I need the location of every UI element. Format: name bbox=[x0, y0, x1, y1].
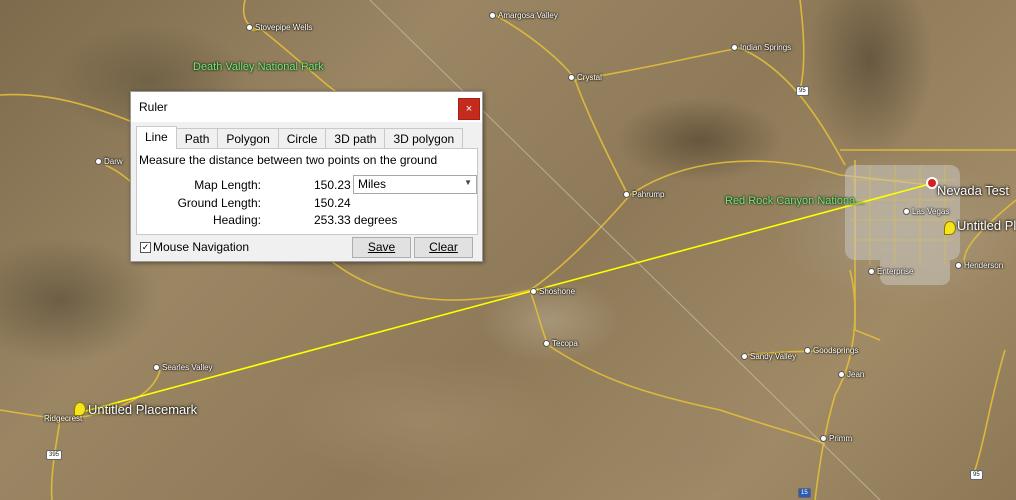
tab-3d-path[interactable]: 3D path bbox=[325, 128, 386, 149]
placemark-pin-west[interactable] bbox=[74, 402, 86, 416]
tab-polygon[interactable]: Polygon bbox=[217, 128, 279, 149]
map-length-label: Map Length: bbox=[194, 178, 261, 192]
interstate-15-shield: 15 bbox=[798, 488, 811, 498]
park-death-valley: Death Valley National Park bbox=[193, 61, 324, 73]
save-button-label: Save bbox=[367, 240, 396, 254]
ruler-tabs: Line Path Polygon Circle 3D path 3D poly… bbox=[136, 126, 464, 149]
mouse-navigation-checkbox[interactable]: ✓ bbox=[140, 242, 151, 253]
ground-length-value: 150.24 bbox=[314, 196, 351, 210]
placemark-label-west[interactable]: Untitled Placemark bbox=[88, 402, 197, 417]
line-tab-panel: Measure the distance between two points … bbox=[136, 148, 478, 235]
town-jean: Jean bbox=[838, 370, 864, 380]
ruler-title: Ruler bbox=[139, 100, 168, 114]
town-pahrump: Pahrump bbox=[623, 190, 664, 200]
town-henderson: Henderson bbox=[955, 261, 1003, 271]
town-sandy-valley: Sandy Valley bbox=[741, 352, 796, 362]
tab-path[interactable]: Path bbox=[175, 128, 219, 149]
chevron-down-icon: ▼ bbox=[464, 178, 472, 187]
ground-length-label: Ground Length: bbox=[177, 196, 261, 210]
town-indian-springs: Indian Springs bbox=[731, 43, 791, 53]
route-395-shield: 395 bbox=[46, 450, 63, 460]
town-tecopa: Tecopa bbox=[543, 339, 578, 349]
town-primm: Primm bbox=[820, 434, 852, 444]
heading-value: 253.33 degrees bbox=[314, 213, 398, 227]
placemark-label-nevada[interactable]: Nevada Test bbox=[937, 183, 1009, 198]
save-button[interactable]: Save bbox=[352, 237, 411, 258]
route-95-shield: 95 bbox=[796, 86, 809, 96]
placemark-label-east[interactable]: Untitled Pl bbox=[957, 218, 1016, 233]
ruler-dialog: Ruler × Line Path Polygon Circle 3D path… bbox=[130, 91, 483, 262]
close-icon: × bbox=[465, 103, 473, 115]
unit-dropdown[interactable]: Miles ▼ bbox=[353, 175, 477, 194]
heading-label: Heading: bbox=[212, 213, 261, 227]
tab-line[interactable]: Line bbox=[136, 126, 177, 149]
park-red-rock-canyon: Red Rock Canyon Nationa... bbox=[725, 195, 865, 207]
route-95-south-shield: 95 bbox=[970, 470, 983, 480]
map-length-value: 150.23 bbox=[314, 178, 351, 192]
ruler-description: Measure the distance between two points … bbox=[139, 153, 438, 167]
clear-button-label: Clear bbox=[429, 240, 458, 254]
town-las-vegas: Las Vegas bbox=[903, 207, 949, 217]
unit-selected: Miles bbox=[358, 177, 387, 191]
tab-3d-polygon[interactable]: 3D polygon bbox=[384, 128, 464, 149]
ruler-titlebar[interactable]: Ruler × bbox=[131, 92, 482, 122]
town-darw: Darw bbox=[95, 157, 123, 167]
town-enterprise: Enterprise bbox=[868, 267, 913, 277]
placemark-pin-east[interactable] bbox=[944, 221, 956, 235]
tab-circle[interactable]: Circle bbox=[277, 128, 327, 149]
town-searles-valley: Searles Valley bbox=[153, 363, 213, 373]
town-crystal: Crystal bbox=[568, 73, 602, 83]
clear-button[interactable]: Clear bbox=[414, 237, 473, 258]
town-stovepipe-wells: Stovepipe Wells bbox=[246, 23, 312, 33]
town-goodsprings: Goodsprings bbox=[804, 346, 858, 356]
mouse-navigation-label[interactable]: Mouse Navigation bbox=[153, 240, 249, 254]
close-button[interactable]: × bbox=[458, 98, 480, 120]
town-amargosa-valley: Amargosa Valley bbox=[489, 11, 558, 21]
town-shoshone: Shoshone bbox=[530, 287, 575, 297]
